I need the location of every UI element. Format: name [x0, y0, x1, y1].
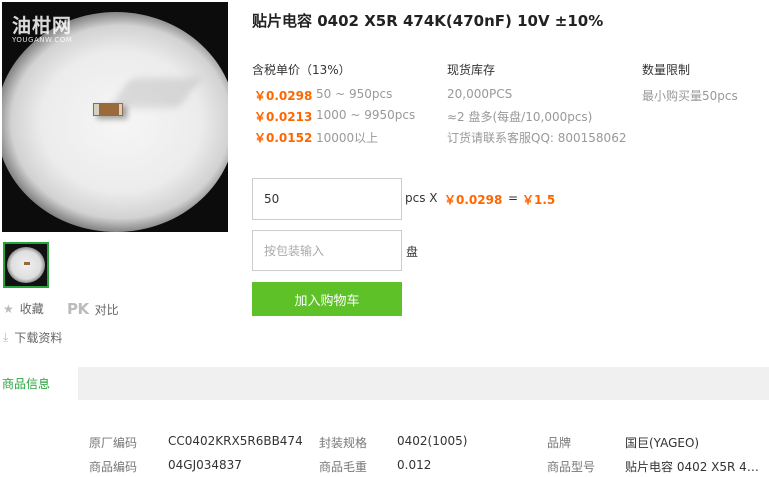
- watermark-main: 油柑网: [12, 15, 73, 37]
- download-icon: ⤓: [3, 330, 9, 344]
- compare-button[interactable]: PK 对比: [67, 300, 119, 318]
- stock-contact: 订货请联系客服QQ: 800158062: [447, 131, 627, 145]
- tier-price: ￥0.0213: [254, 110, 313, 124]
- total-price: ￥1.5: [522, 193, 556, 207]
- download-label: 下载资料: [14, 331, 63, 345]
- collect-button[interactable]: ★ 收藏: [3, 300, 44, 317]
- collect-label: 收藏: [19, 302, 44, 316]
- quantity-unit: pcs X: [405, 191, 438, 205]
- tier-range: 50 ~ 950pcs: [316, 87, 393, 101]
- equals-sign: =: [508, 191, 519, 205]
- quantity-input[interactable]: 50: [252, 178, 402, 220]
- detail-value: 04GJ034837: [168, 458, 242, 472]
- unit-price: ￥0.0298: [444, 193, 503, 207]
- stock-header: 现货库存: [447, 63, 496, 77]
- pack-unit: 盘: [406, 245, 419, 259]
- capacitor-chip: [93, 103, 123, 116]
- download-button[interactable]: ⤓ 下载资料: [3, 329, 62, 346]
- tier-price: ￥0.0298: [254, 89, 313, 103]
- thumbnail-chip: [24, 262, 30, 265]
- watermark-sub: YOUGANW.COM: [12, 36, 73, 44]
- pk-icon: PK: [67, 300, 89, 318]
- detail-value: 国巨(YAGEO): [625, 436, 700, 450]
- photo-background: [2, 12, 228, 232]
- stock-quantity: 20,000PCS: [447, 87, 513, 101]
- price-header: 含税单价（13%）: [252, 63, 351, 77]
- thumbnail-image: [7, 247, 45, 283]
- detail-value: 0402(1005): [397, 434, 468, 448]
- tier-range: 10000以上: [316, 131, 379, 145]
- stock-reels: ≈2 盘多(每盘/10,000pcs): [447, 110, 593, 124]
- detail-label: 封装规格: [319, 436, 368, 450]
- detail-value: CC0402KRX5R6BB474: [168, 434, 303, 448]
- watermark-logo: 油柑网 YOUGANW.COM: [12, 16, 87, 45]
- detail-label: 商品编码: [89, 460, 138, 474]
- pack-input[interactable]: 按包装输入: [252, 230, 402, 271]
- detail-value: 贴片电容 0402 X5R 474K(470nF) 10V ±10%: [625, 460, 765, 474]
- compare-label: 对比: [94, 302, 119, 317]
- detail-label: 原厂编码: [89, 436, 138, 450]
- product-thumbnail[interactable]: [3, 242, 49, 288]
- tab-product-info[interactable]: 商品信息: [0, 367, 78, 400]
- detail-label: 商品型号: [547, 460, 596, 474]
- star-icon: ★: [3, 301, 14, 316]
- min-purchase: 最小购买量50pcs: [642, 89, 738, 103]
- tier-price: ￥0.0152: [254, 131, 313, 145]
- detail-label: 商品毛重: [319, 460, 368, 474]
- limit-header: 数量限制: [642, 63, 691, 77]
- detail-value: 0.012: [397, 458, 432, 472]
- detail-label: 品牌: [547, 436, 572, 450]
- add-to-cart-button[interactable]: 加入购物车: [252, 282, 402, 316]
- product-title: 贴片电容 0402 X5R 474K(470nF) 10V ±10%: [252, 12, 604, 30]
- product-image: 油柑网 YOUGANW.COM: [2, 2, 228, 232]
- tab-bar: [0, 367, 769, 400]
- tier-range: 1000 ~ 9950pcs: [316, 108, 416, 122]
